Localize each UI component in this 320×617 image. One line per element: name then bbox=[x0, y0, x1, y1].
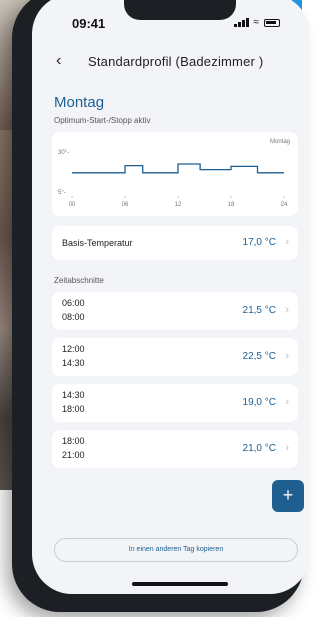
y-tick-label: 30°- bbox=[58, 150, 69, 156]
schedule-chart: Montag 30°- 5°-00 06 12 18 24 bbox=[58, 139, 290, 208]
period-row[interactable]: 12:00 14:30 22,5 °C › bbox=[52, 338, 298, 376]
phone-frame: 09:41 ≈ ‹ Standardprofil (Badezimmer ) M… bbox=[12, 0, 310, 612]
base-temperature-row[interactable]: Basis-Temperatur 17,0 °C › bbox=[52, 226, 298, 260]
nav-bar: ‹ Standardprofil (Badezimmer ) bbox=[32, 48, 310, 76]
period-row[interactable]: 14:30 18:00 19,0 °C › bbox=[52, 384, 298, 422]
chevron-right-icon: › bbox=[285, 442, 289, 454]
signal-icon bbox=[234, 18, 249, 27]
period-value: 19,0 °C bbox=[242, 397, 276, 408]
day-title: Montag bbox=[54, 94, 105, 111]
period-row[interactable]: 06:00 08:00 21,5 °C › bbox=[52, 292, 298, 330]
period-start: 18:00 bbox=[62, 436, 85, 446]
chevron-right-icon: › bbox=[285, 396, 289, 408]
base-temperature-label: Basis-Temperatur bbox=[62, 238, 133, 248]
x-tick-label: 00 bbox=[69, 202, 76, 208]
period-value: 22,5 °C bbox=[242, 351, 276, 362]
x-tick-label: 24 bbox=[281, 202, 288, 208]
base-temperature-value: 17,0 °C bbox=[242, 237, 276, 248]
chevron-right-icon: › bbox=[285, 304, 289, 316]
period-row[interactable]: 18:00 21:00 21,0 °C › bbox=[52, 430, 298, 468]
series-line bbox=[72, 163, 284, 174]
section-label: Zeitabschnitte bbox=[54, 276, 104, 285]
add-period-button[interactable]: + bbox=[272, 480, 304, 512]
home-indicator bbox=[132, 582, 228, 586]
period-end: 14:30 bbox=[62, 358, 85, 368]
notch bbox=[124, 0, 236, 20]
period-value: 21,5 °C bbox=[242, 305, 276, 316]
x-tick-label: 06 bbox=[122, 202, 129, 208]
period-value: 21,0 °C bbox=[242, 443, 276, 454]
period-end: 21:00 bbox=[62, 450, 85, 460]
back-chevron-icon[interactable]: ‹ bbox=[56, 52, 61, 70]
period-start: 12:00 bbox=[62, 344, 85, 354]
chart-day-label: Montag bbox=[270, 139, 290, 145]
battery-icon bbox=[264, 18, 280, 27]
page-title: Standardprofil (Badezimmer ) bbox=[88, 54, 264, 69]
period-end: 18:00 bbox=[62, 404, 85, 414]
day-subtitle: Optimum-Start-/Stopp aktiv bbox=[54, 116, 151, 125]
schedule-chart-card[interactable]: Montag 30°- 5°- 00 06 12 18 24 bbox=[52, 132, 298, 216]
period-start: 14:30 bbox=[62, 390, 85, 400]
period-end: 08:00 bbox=[62, 312, 85, 322]
chevron-right-icon: › bbox=[285, 236, 289, 248]
status-time: 09:41 bbox=[72, 16, 106, 31]
copy-to-day-button[interactable]: In einen anderen Tag kopieren bbox=[54, 538, 298, 562]
x-tick-label: 12 bbox=[175, 202, 182, 208]
app-screen: 09:41 ≈ ‹ Standardprofil (Badezimmer ) M… bbox=[32, 0, 310, 594]
status-icons: ≈ bbox=[234, 17, 280, 28]
wifi-icon: ≈ bbox=[253, 17, 260, 28]
x-tick-label: 18 bbox=[228, 202, 235, 208]
period-start: 06:00 bbox=[62, 298, 85, 308]
chevron-right-icon: › bbox=[285, 350, 289, 362]
y-tick-label: 5°- bbox=[58, 190, 66, 196]
